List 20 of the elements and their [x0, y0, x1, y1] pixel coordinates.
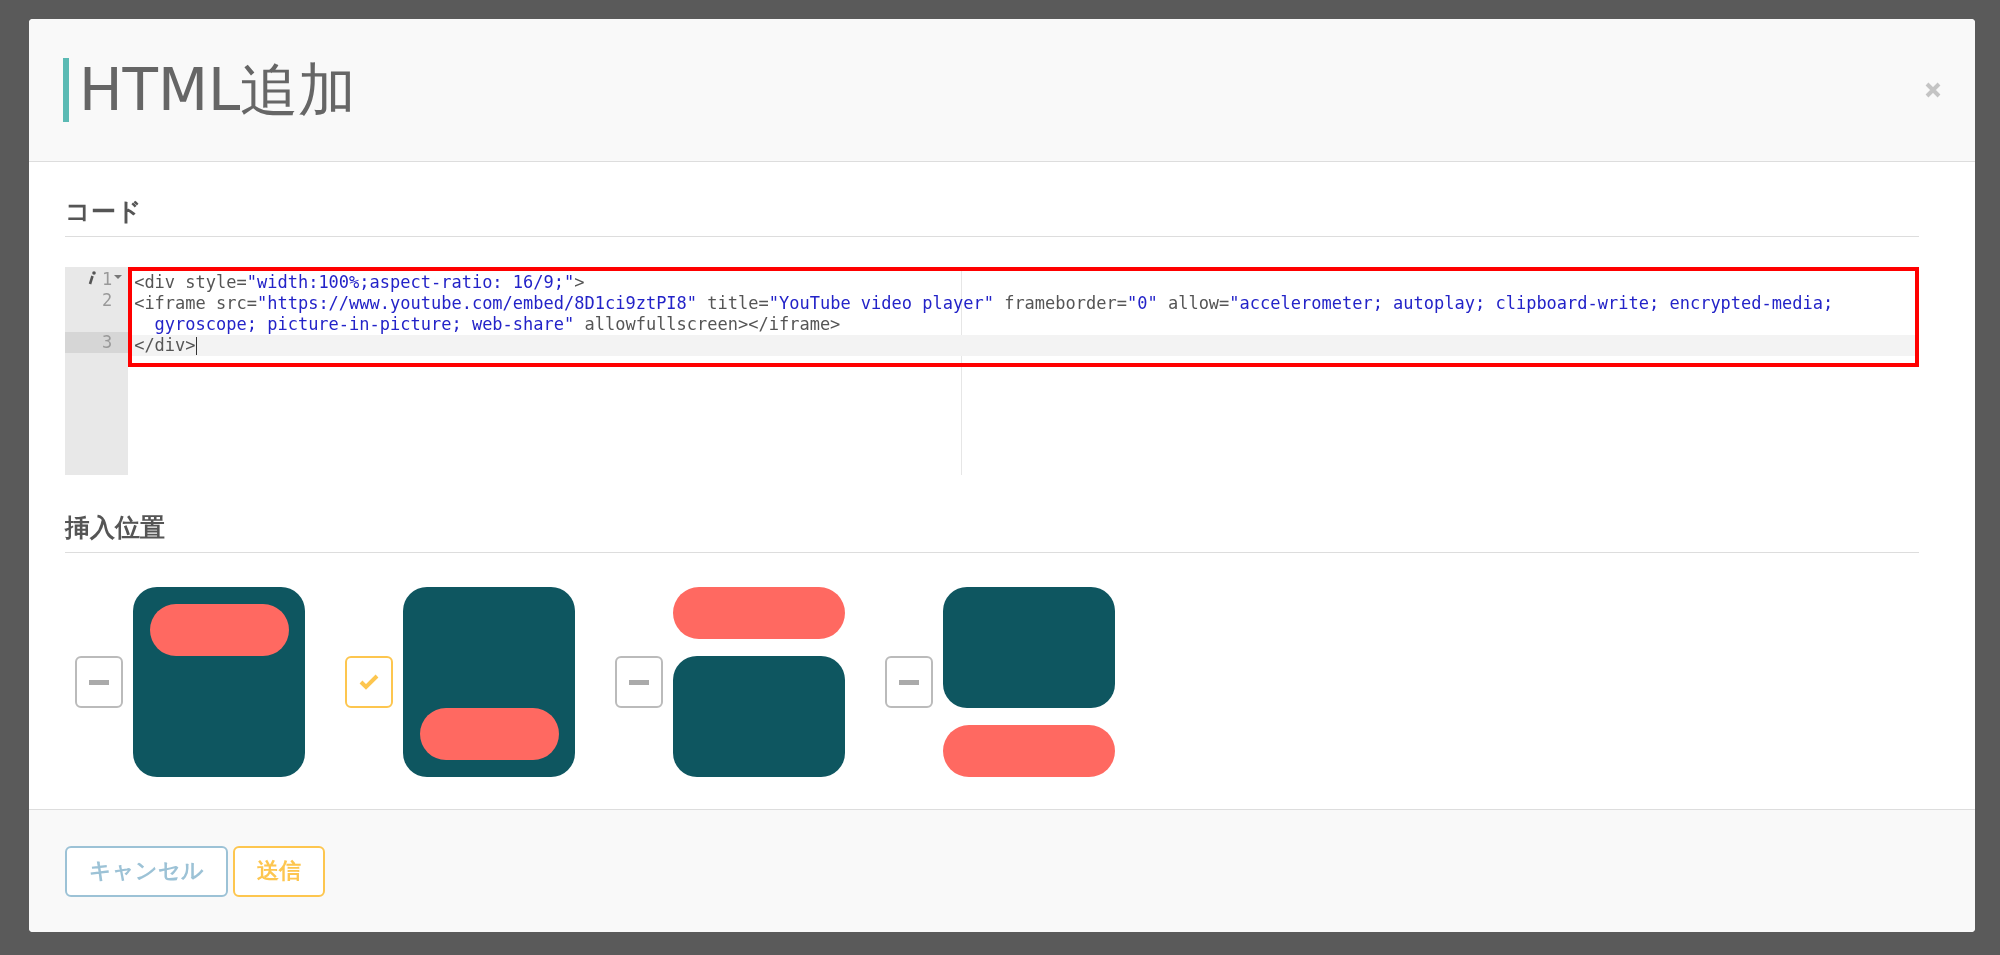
check-icon	[359, 674, 379, 690]
info-icon[interactable]	[87, 271, 96, 285]
minus-icon	[629, 679, 649, 685]
line-number: 3	[101, 332, 113, 353]
minus-icon	[89, 679, 109, 685]
line-number: 1	[101, 269, 113, 290]
line-number: 2	[101, 290, 113, 311]
section-heading: コード	[65, 195, 1919, 237]
submit-button[interactable]: 送信	[233, 845, 325, 897]
minus-icon	[899, 679, 919, 685]
position-checkbox[interactable]	[75, 656, 123, 708]
code-line: <div style="width:100%;aspect-ratio: 16/9;">	[133, 272, 586, 293]
close-icon[interactable]	[1925, 82, 1941, 98]
modal-title: HTML追加	[63, 58, 357, 122]
position-checkbox[interactable]	[615, 656, 663, 708]
cancel-button[interactable]: キャンセル	[65, 845, 228, 897]
position-checkbox[interactable]	[345, 656, 393, 708]
section-heading: 挿入位置	[65, 511, 1919, 553]
position-checkbox[interactable]	[885, 656, 933, 708]
code-line: <iframe src="https://www.youtube.com/embed/8D1ci9ztPI8" title="YouTube video player" frameborder="0" allow="accelerometer; autoplay; clipboard-write; encrypted-media; gyroscope; picture-in-picture; web-share" allowfullscreen></iframe>	[133, 293, 1835, 335]
